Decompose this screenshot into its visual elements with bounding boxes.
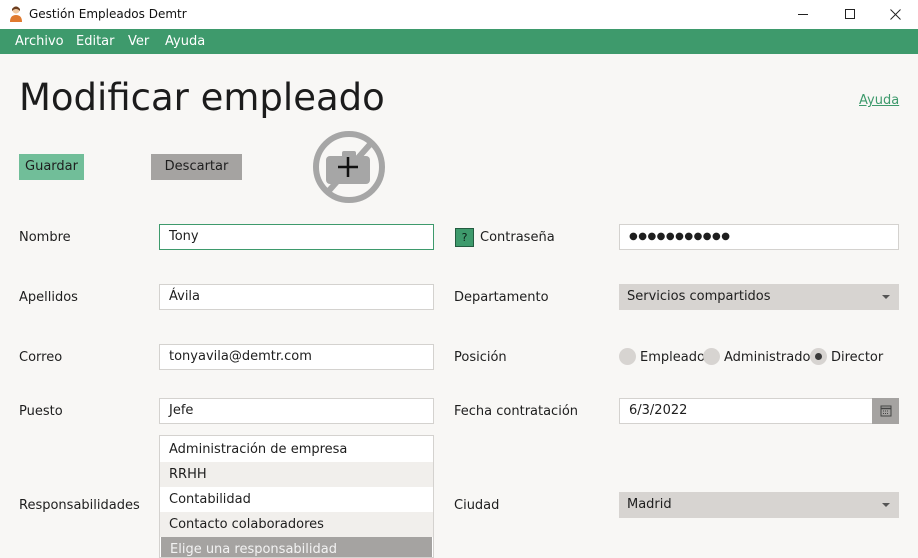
radio-empleado-label[interactable]: Empleado — [640, 350, 705, 365]
responsabilidades-list[interactable]: Administración de empresa RRHH Contabili… — [159, 435, 434, 558]
password-help-button[interactable]: ? — [455, 228, 474, 247]
posicion-label: Posición — [454, 350, 507, 365]
list-item[interactable]: Administración de empresa — [160, 437, 433, 462]
window-title: Gestión Empleados Demtr — [29, 7, 187, 21]
nombre-label: Nombre — [19, 230, 71, 245]
radio-director-label[interactable]: Director — [831, 350, 883, 365]
chevron-down-icon — [882, 503, 890, 507]
minimize-icon — [798, 14, 808, 15]
radio-director[interactable] — [810, 348, 827, 365]
fecha-input[interactable]: 6/3/2022 — [619, 398, 873, 424]
correo-input[interactable]: tonyavila@demtr.com — [159, 344, 434, 370]
menu-ayuda[interactable]: Ayuda — [165, 34, 205, 49]
menu-bar: Archivo Editar Ver Ayuda — [0, 29, 918, 54]
save-button[interactable]: Guardar — [19, 154, 84, 180]
apellidos-label: Apellidos — [19, 290, 78, 305]
page-title: Modificar empleado — [19, 76, 385, 119]
radio-empleado[interactable] — [619, 348, 636, 365]
nombre-input[interactable]: Tony — [159, 224, 434, 250]
ciudad-select[interactable]: Madrid — [619, 492, 899, 518]
radio-administrador[interactable] — [703, 348, 720, 365]
calendar-icon — [880, 405, 892, 417]
radio-selected-dot — [815, 353, 822, 360]
chevron-down-icon — [882, 295, 890, 299]
help-link[interactable]: Ayuda — [859, 93, 899, 108]
fecha-label: Fecha contratación — [454, 404, 579, 419]
menu-ver[interactable]: Ver — [128, 34, 149, 49]
correo-label: Correo — [19, 350, 63, 365]
menu-archivo[interactable]: Archivo — [15, 34, 64, 49]
list-item[interactable]: Contabilidad — [160, 487, 433, 512]
calendar-button[interactable] — [872, 398, 899, 424]
contrasena-input[interactable]: ●●●●●●●●●●● — [619, 224, 899, 250]
departamento-select[interactable]: Servicios compartidos — [619, 284, 899, 310]
close-icon — [890, 9, 901, 20]
list-item[interactable]: RRHH — [160, 462, 433, 487]
ciudad-label: Ciudad — [454, 498, 500, 513]
add-photo-icon[interactable] — [312, 130, 386, 204]
apellidos-input[interactable]: Ávila — [159, 284, 434, 310]
list-item[interactable]: Contacto colaboradores — [160, 512, 433, 537]
radio-administrador-label[interactable]: Administrador — [724, 350, 816, 365]
puesto-label: Puesto — [19, 404, 63, 419]
close-button[interactable] — [872, 0, 918, 29]
user-avatar-icon — [10, 6, 22, 22]
departamento-value: Servicios compartidos — [627, 289, 771, 304]
departamento-label: Departamento — [454, 290, 549, 305]
responsabilidades-label: Responsabilidades — [19, 498, 140, 513]
minimize-button[interactable] — [780, 0, 826, 29]
menu-editar[interactable]: Editar — [76, 34, 115, 49]
contrasena-label: Contraseña — [480, 230, 555, 245]
maximize-icon — [845, 9, 855, 19]
puesto-input[interactable]: Jefe — [159, 398, 434, 424]
discard-button[interactable]: Descartar — [151, 154, 242, 180]
responsabilidad-placeholder[interactable]: Elige una responsabilidad — [161, 537, 432, 557]
ciudad-value: Madrid — [627, 497, 672, 512]
maximize-button[interactable] — [827, 0, 873, 29]
title-bar: Gestión Empleados Demtr — [0, 0, 918, 29]
